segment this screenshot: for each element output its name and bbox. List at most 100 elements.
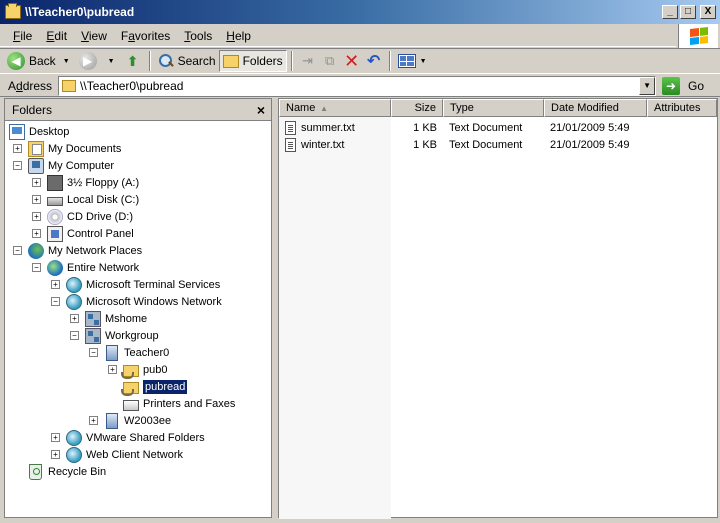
forward-arrow-icon: ▶ (78, 52, 97, 70)
forward-dropdown-icon[interactable]: ▼ (108, 58, 115, 65)
go-label: Go (688, 78, 705, 93)
text-document-icon (285, 120, 296, 135)
delete-icon[interactable]: ✕ (343, 51, 361, 71)
expand-icon[interactable]: + (89, 416, 98, 425)
collapse-icon[interactable]: − (13, 246, 22, 255)
tree-item-label: Workgroup (105, 329, 159, 342)
minimize-button[interactable]: _ (662, 5, 678, 19)
expand-icon[interactable]: + (32, 178, 41, 187)
tree-item-label: pub0 (143, 363, 168, 376)
menu-view[interactable]: View (74, 27, 114, 45)
address-dropdown-icon[interactable]: ▼ (639, 76, 656, 95)
expand-icon[interactable]: + (51, 450, 60, 459)
file-name-text: summer.txt (301, 121, 355, 134)
views-button[interactable]: ▼ (395, 50, 436, 72)
tree-item[interactable]: + Mshome (70, 310, 147, 327)
close-button[interactable]: X (700, 5, 716, 19)
tree-item[interactable]: + pub0 (108, 361, 168, 379)
views-dropdown-icon: ▼ (419, 57, 427, 65)
menu-favorites[interactable]: Favorites (114, 27, 177, 45)
maximize-button[interactable]: □ (680, 5, 696, 19)
expand-icon[interactable]: + (70, 314, 79, 323)
tree-item[interactable]: + Web Client Network (51, 446, 183, 463)
menu-help[interactable]: Help (219, 27, 258, 45)
tree-item[interactable]: − My Computer (13, 157, 114, 174)
tree-item[interactable]: − Teacher0 (89, 344, 169, 361)
tree-item[interactable]: + My Documents (13, 140, 121, 157)
file-row[interactable]: winter.txt 1 KB Text Document 21/01/2009 5:… (279, 136, 717, 153)
tree-item-label: Printers and Faxes (143, 397, 236, 410)
back-button[interactable]: ◀ Back (4, 50, 59, 72)
tree-item[interactable]: +3½ Floppy (A:) (32, 174, 139, 191)
file-row[interactable]: summer.txt 1 KB Text Document 21/01/2009 5:… (279, 119, 717, 136)
window-title: \\Teacher0\pubread (25, 5, 135, 19)
expand-icon[interactable]: + (13, 144, 22, 153)
tree-item[interactable]: − Microsoft Windows Network (51, 293, 222, 310)
tree-item[interactable]: − Workgroup (70, 327, 159, 344)
collapse-icon[interactable]: − (70, 331, 79, 340)
column-header-date-modified[interactable]: Date Modified (544, 99, 647, 117)
tree-item-label: Teacher0 (124, 346, 170, 359)
column-header-name[interactable]: Name ▲ (279, 99, 391, 117)
tree-item[interactable]: + CD Drive (D:) (32, 208, 133, 225)
address-value: \\Teacher0\pubread (80, 78, 184, 93)
column-header-type[interactable]: Type (443, 99, 544, 117)
expand-icon[interactable]: + (32, 195, 41, 204)
go-button[interactable]: ➜ Go (662, 76, 705, 95)
tree-item[interactable]: Recycle Bin (13, 463, 106, 480)
forward-button[interactable]: ▶ (76, 50, 104, 72)
close-pane-icon[interactable]: × (257, 102, 265, 118)
shared-folder-icon (121, 364, 139, 379)
undo-icon[interactable]: ↶ (365, 52, 383, 70)
expand-icon[interactable]: + (51, 433, 60, 442)
tree-item-label: VMware Shared Folders (86, 431, 205, 444)
expand-icon[interactable]: + (32, 229, 41, 238)
menu-tools[interactable]: Tools (177, 27, 219, 45)
column-name-label: Name (286, 102, 316, 114)
collapse-icon[interactable]: − (32, 263, 41, 272)
menu-edit[interactable]: Edit (39, 27, 74, 45)
expand-icon[interactable]: + (108, 365, 117, 374)
network-places-icon (28, 242, 44, 259)
entire-network-icon (47, 259, 63, 276)
tree-item-label: Recycle Bin (48, 465, 107, 478)
menu-favorites-label: vorites (134, 28, 171, 43)
tree-item[interactable]: + Microsoft Terminal Services (51, 276, 220, 293)
tree-item-label: 3½ Floppy (A:) (67, 176, 140, 189)
tree-item[interactable]: Printers and Faxes (108, 395, 235, 412)
back-dropdown-icon[interactable]: ▼ (63, 58, 70, 65)
column-header-size[interactable]: Size (391, 99, 443, 117)
menu-bar: File Edit View Favorites Tools Help (0, 25, 676, 47)
column-header-attributes[interactable]: Attributes (647, 99, 717, 117)
tree-item-label: Microsoft Terminal Services (86, 278, 221, 291)
tree-item[interactable]: − My Network Places (13, 242, 142, 259)
tree-item-label: My Documents (48, 142, 122, 155)
tree-item[interactable]: Desktop (9, 123, 69, 140)
file-type-text: Text Document (449, 138, 523, 151)
menu-file[interactable]: File (6, 27, 39, 45)
file-date-modified-text: 21/01/2009 5:49 (550, 138, 630, 151)
collapse-icon[interactable]: − (89, 348, 98, 357)
tree-item-label: Mshome (105, 312, 148, 325)
tree-item[interactable]: pubread (108, 378, 189, 396)
server-icon (106, 412, 118, 429)
title-bar[interactable]: \\Teacher0\pubread _ □ X (0, 0, 720, 24)
tree-item[interactable]: + W2003ee (89, 412, 171, 429)
tree-item[interactable]: + Local Disk (C:) (32, 191, 139, 208)
up-folder-button[interactable]: ⬆ (121, 50, 145, 72)
collapse-icon[interactable]: − (51, 297, 60, 306)
collapse-icon[interactable]: − (13, 161, 22, 170)
tree-item[interactable]: − Entire Network (32, 259, 139, 276)
tree-item-label: Control Panel (67, 227, 134, 240)
expand-icon[interactable]: + (32, 212, 41, 221)
file-list-pane: Name ▲ Size Type Date Modified Attributes… (278, 98, 718, 519)
move-to-icon[interactable]: ⇥ (299, 52, 317, 70)
address-input[interactable]: \\Teacher0\pubread ▼ (58, 75, 657, 96)
shared-folder-icon (121, 381, 139, 396)
tree-item[interactable]: + VMware Shared Folders (51, 429, 205, 446)
folders-button[interactable]: Folders (218, 50, 287, 72)
expand-icon[interactable]: + (51, 280, 60, 289)
tree-item[interactable]: + Control Panel (32, 225, 134, 242)
copy-to-icon[interactable]: ⧉ (321, 52, 339, 70)
search-button[interactable]: Search (155, 50, 219, 72)
